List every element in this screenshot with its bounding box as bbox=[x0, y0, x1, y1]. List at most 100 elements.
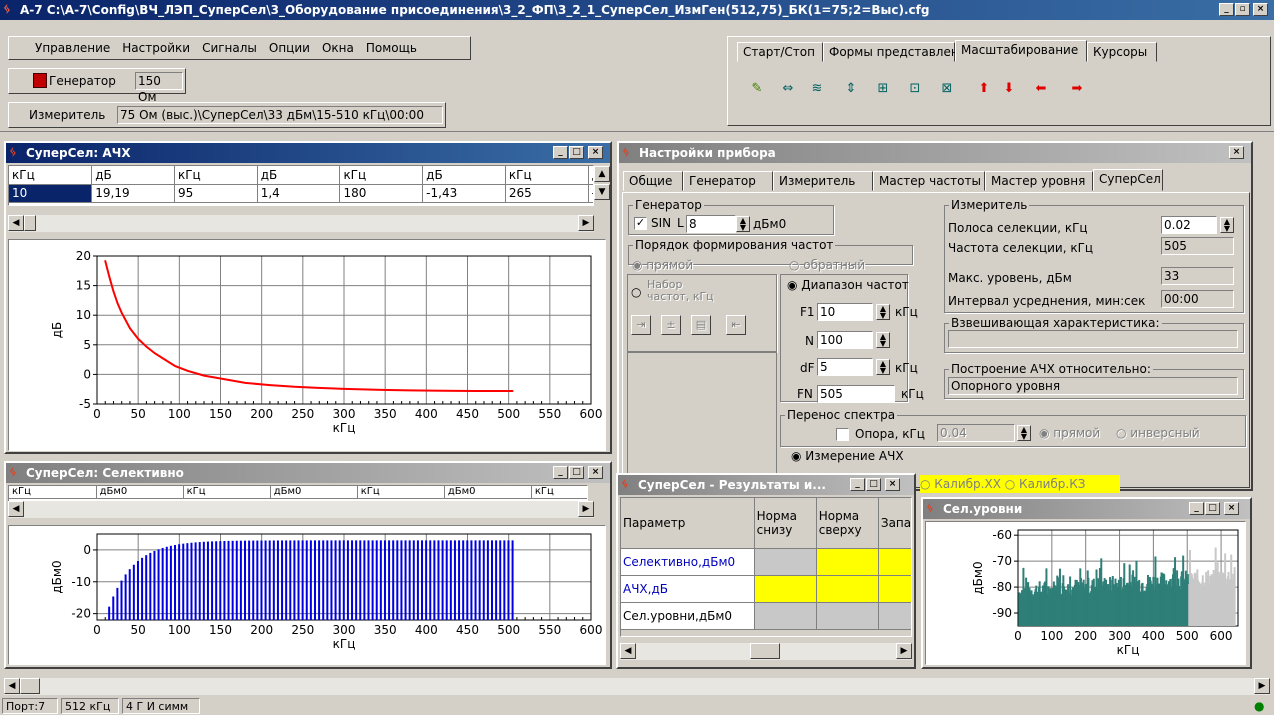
maximize-button[interactable]: □ bbox=[569, 466, 584, 479]
afc-table-header[interactable]: дБ bbox=[257, 166, 341, 185]
selective-table-header[interactable]: дБм0 bbox=[96, 486, 184, 499]
fit-vertical-icon[interactable]: ⇕ bbox=[842, 80, 860, 98]
toolbar-tab[interactable]: Курсоры bbox=[1087, 42, 1157, 62]
restore-button[interactable]: ▫ bbox=[1235, 3, 1250, 16]
set-list[interactable] bbox=[627, 352, 777, 482]
results-param[interactable]: Селективно,дБм0 bbox=[621, 548, 755, 576]
menu-item[interactable]: Настройки bbox=[122, 41, 190, 55]
results-cell[interactable] bbox=[754, 575, 817, 603]
afc-table-cell[interactable]: 19,19 bbox=[91, 184, 175, 203]
selective-table-header[interactable]: дБм0 bbox=[444, 486, 532, 499]
menu-item[interactable]: Помощь bbox=[366, 41, 417, 55]
menu-item[interactable]: Опции bbox=[269, 41, 310, 55]
maximize-button[interactable]: □ bbox=[569, 146, 584, 159]
results-cell[interactable] bbox=[878, 575, 911, 603]
f1-spinner[interactable]: ▲ ▼ bbox=[876, 304, 890, 320]
minimize-button[interactable]: _ bbox=[553, 466, 568, 479]
generator-icon[interactable] bbox=[33, 73, 47, 88]
results-header[interactable]: Параметр bbox=[621, 498, 755, 549]
l-level-spinner[interactable]: ▲ ▼ bbox=[736, 216, 750, 232]
afc-table-cell[interactable]: -1,43 bbox=[422, 184, 506, 203]
ref-input[interactable]: 0.04 bbox=[937, 424, 1015, 442]
results-param[interactable]: АЧХ,дБ bbox=[621, 575, 755, 603]
sin-checkbox[interactable]: ✓ bbox=[634, 217, 647, 230]
f1-input[interactable]: 10 bbox=[817, 303, 873, 321]
minimize-button[interactable]: _ bbox=[553, 146, 568, 159]
fit-horizontal-icon[interactable]: ⇔ bbox=[779, 80, 797, 98]
scroll-down-button[interactable]: ▼ bbox=[594, 184, 610, 200]
minimize-button[interactable]: _ bbox=[850, 478, 865, 491]
settings-tab[interactable]: Общие bbox=[623, 171, 683, 191]
results-row[interactable]: АЧХ,дБ bbox=[621, 575, 911, 603]
scroll-left-button[interactable]: ◀ bbox=[4, 678, 20, 694]
afc-table-header[interactable]: кГц bbox=[174, 166, 258, 185]
close-button[interactable]: × bbox=[1229, 146, 1244, 159]
brush-icon[interactable]: ✎ bbox=[748, 80, 766, 98]
scroll-left-button[interactable]: ◀ bbox=[8, 501, 24, 517]
zoom-waves-icon[interactable]: ≋ bbox=[808, 80, 826, 98]
menu-item[interactable]: Управление bbox=[35, 41, 110, 55]
generator-value[interactable]: 150 Ом bbox=[135, 72, 183, 104]
minimize-button[interactable]: _ bbox=[1219, 3, 1234, 16]
menu-item[interactable]: Окна bbox=[322, 41, 354, 55]
results-header[interactable]: Запас bbox=[878, 498, 911, 549]
df-spinner[interactable]: ▲ ▼ bbox=[876, 359, 890, 375]
results-cell[interactable] bbox=[816, 548, 879, 576]
settings-tab[interactable]: Мастер частоты bbox=[873, 171, 985, 191]
afc-table-cell[interactable]: 10 bbox=[9, 184, 93, 203]
results-cell[interactable] bbox=[878, 602, 911, 630]
sel-band-spinner[interactable]: ▲ ▼ bbox=[1220, 217, 1234, 233]
scroll-up-button[interactable]: ▲ bbox=[594, 166, 610, 182]
close-button[interactable]: × bbox=[1253, 3, 1268, 16]
selective-table-header[interactable]: кГц bbox=[531, 486, 587, 499]
afc-table-header[interactable]: кГц bbox=[339, 166, 424, 185]
meter-label[interactable]: Измеритель bbox=[29, 108, 105, 122]
results-cell[interactable] bbox=[754, 602, 817, 630]
arrow-up-icon[interactable]: ⬆ bbox=[975, 80, 993, 98]
meter-value[interactable]: 75 Ом (выс.)\СуперСел\33 дБм\15-510 кГц\… bbox=[117, 106, 443, 124]
settings-tab[interactable]: Генератор bbox=[683, 171, 773, 191]
scroll-right-button[interactable]: ▶ bbox=[578, 215, 594, 231]
afc-table-header[interactable]: кГц bbox=[505, 166, 589, 185]
results-row[interactable]: Селективно,дБм0 bbox=[621, 548, 911, 576]
range-radio[interactable]: ◉ Диапазон частот bbox=[787, 278, 909, 292]
results-cell[interactable] bbox=[878, 548, 911, 576]
maximize-button[interactable]: □ bbox=[1205, 502, 1220, 515]
arrow-right-icon[interactable]: ➡ bbox=[1068, 80, 1086, 98]
close-button[interactable]: × bbox=[588, 466, 603, 479]
results-row[interactable]: Сел.уровни,дБм0 bbox=[621, 602, 911, 630]
results-hscroll[interactable]: ◀ ▶ bbox=[620, 643, 912, 660]
afc-table-cell[interactable]: 1,4 bbox=[257, 184, 341, 203]
add-frequency-icon[interactable]: ⇥ bbox=[631, 315, 651, 335]
afc-table-cell[interactable]: 180 bbox=[339, 184, 424, 203]
scroll-right-button[interactable]: ▶ bbox=[896, 643, 912, 659]
scroll-right-button[interactable]: ▶ bbox=[1254, 678, 1270, 694]
close-button[interactable]: × bbox=[1224, 502, 1239, 515]
scroll-left-button[interactable]: ◀ bbox=[620, 643, 636, 659]
ref-spinner[interactable]: ▲ ▼ bbox=[1017, 425, 1031, 441]
results-header[interactable]: Норма снизу bbox=[754, 498, 817, 549]
selective-table-header[interactable]: кГц bbox=[9, 486, 97, 499]
calib-xx-radio[interactable]: ○ Калибр.XX bbox=[920, 477, 1001, 491]
ref-checkbox[interactable] bbox=[836, 428, 849, 441]
set-radio[interactable]: ○ bbox=[631, 285, 641, 299]
calib-kz-radio[interactable]: ○ Калибр.КЗ bbox=[1005, 477, 1086, 491]
fit-xy-icon[interactable]: ⊞ bbox=[874, 80, 892, 98]
n-input[interactable]: 100 bbox=[817, 331, 873, 349]
results-header[interactable]: Норма сверху bbox=[816, 498, 879, 549]
scroll-right-button[interactable]: ▶ bbox=[578, 501, 594, 517]
scroll-thumb[interactable] bbox=[20, 678, 40, 694]
results-cell[interactable] bbox=[754, 548, 817, 576]
menu-item[interactable]: Сигналы bbox=[202, 41, 257, 55]
fn-input[interactable]: 505 bbox=[817, 385, 895, 403]
toolbar-tab[interactable]: Старт/Стоп bbox=[737, 42, 823, 62]
measure-afc-radio[interactable]: ◉ Измерение АЧХ bbox=[791, 449, 904, 463]
fit-grid-icon[interactable]: ⊠ bbox=[938, 80, 956, 98]
scroll-thumb[interactable] bbox=[24, 215, 36, 231]
results-cell[interactable] bbox=[816, 602, 879, 630]
scroll-left-button[interactable]: ◀ bbox=[8, 215, 24, 231]
spec-direct-radio[interactable]: ◉ прямой bbox=[1039, 426, 1100, 440]
afc-table-header[interactable]: дБ bbox=[91, 166, 175, 185]
afc-table-header[interactable]: дБ bbox=[422, 166, 506, 185]
settings-tab[interactable]: Мастер уровня bbox=[985, 171, 1093, 191]
